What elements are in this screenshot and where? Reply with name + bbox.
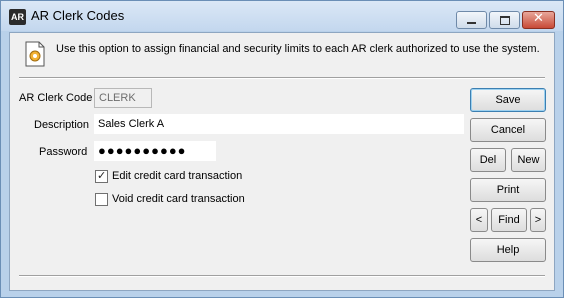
checkmark-icon: ✓ [97,169,107,182]
close-button[interactable]: ✕ [522,11,555,29]
password-field[interactable]: ●●●●●●●●●● [94,141,216,161]
void-credit-card-label[interactable]: Void credit card transaction [112,193,245,205]
delete-button[interactable]: Del [470,148,506,172]
find-button[interactable]: Find [491,208,527,232]
save-button[interactable]: Save [470,88,546,112]
void-credit-card-checkbox[interactable] [95,193,108,206]
minimize-button[interactable] [456,11,487,29]
previous-button[interactable]: < [470,208,488,232]
description-field[interactable]: Sales Clerk A [94,114,464,134]
description-label: Description [34,119,90,131]
info-text: Use this option to assign financial and … [56,43,540,55]
print-button[interactable]: Print [470,178,546,202]
password-label: Password [39,146,88,158]
window-title: AR Clerk Codes [31,8,125,23]
edit-credit-card-checkbox[interactable]: ✓ [95,169,108,183]
close-icon: ✕ [533,11,544,26]
help-button[interactable]: Help [470,238,546,262]
new-button[interactable]: New [511,148,546,172]
top-divider [19,77,545,79]
edit-credit-card-label[interactable]: Edit credit card transaction [112,170,242,182]
clerk-code-label: AR Clerk Code [19,92,93,104]
title-bar[interactable]: AR AR Clerk Codes ✕ [1,1,563,31]
bottom-divider [19,275,545,277]
next-button[interactable]: > [530,208,546,232]
clerk-code-field: CLERK [94,88,152,108]
minimize-icon [467,22,476,24]
cancel-button[interactable]: Cancel [470,118,546,142]
app-icon: AR [9,9,26,25]
maximize-button[interactable] [489,11,520,29]
dialog-body: Use this option to assign financial and … [9,32,555,291]
document-gear-icon [25,41,45,67]
maximize-icon [500,16,510,25]
ar-clerk-codes-window: AR AR Clerk Codes ✕ Use this option to a… [0,0,564,298]
